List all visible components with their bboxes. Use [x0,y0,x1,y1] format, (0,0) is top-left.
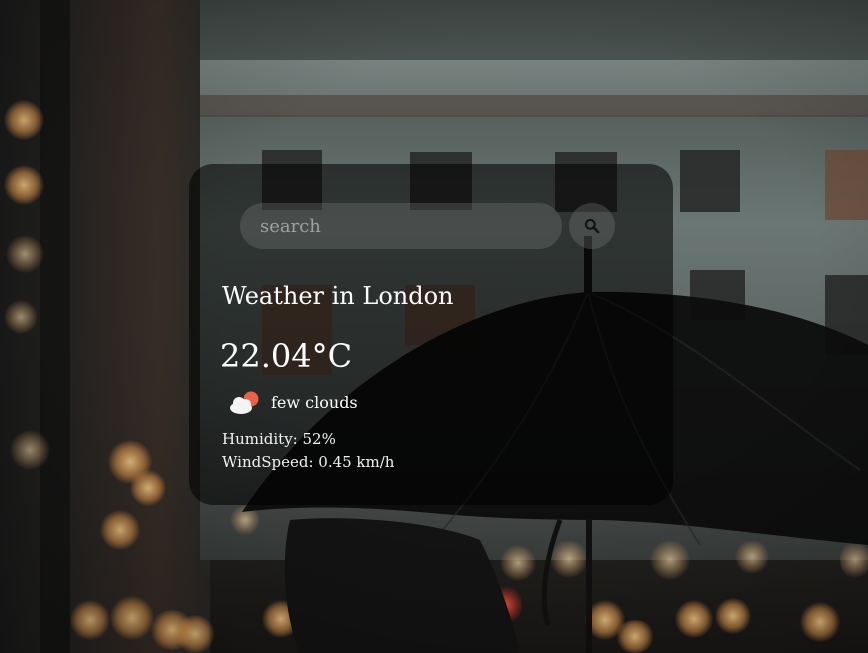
search-icon [584,218,600,234]
weather-description: few clouds [227,388,358,418]
wind-speed: WindSpeed: 0.45 km/h [222,453,395,471]
city-title: Weather in London [222,282,454,310]
search-button[interactable] [569,203,615,249]
description-text: few clouds [271,393,358,412]
search-bar [240,203,616,249]
weather-card: Weather in London 22.04°C few clouds Hum… [189,164,673,505]
humidity: Humidity: 52% [222,430,336,448]
temperature: 22.04°C [220,337,353,375]
search-input[interactable] [240,203,562,249]
few-clouds-icon [230,391,259,414]
